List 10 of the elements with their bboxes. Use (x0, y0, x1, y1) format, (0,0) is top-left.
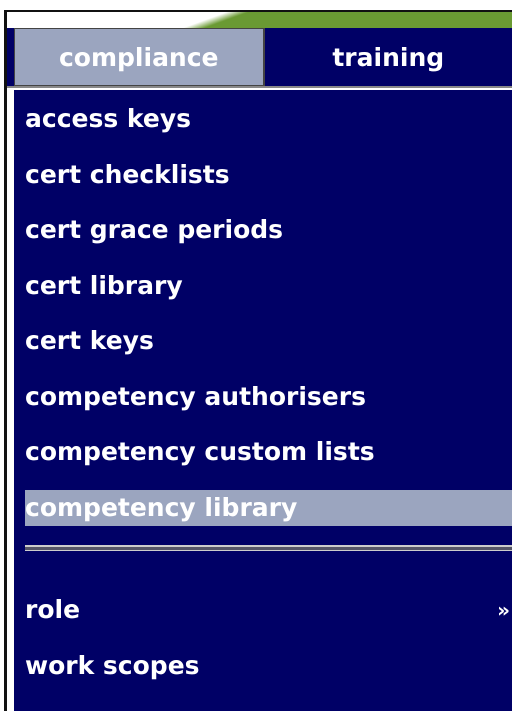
menu-item[interactable]: competency authorisers (25, 382, 512, 437)
menu-item[interactable]: cert keys (25, 326, 512, 382)
menu-item[interactable]: cert grace periods (25, 215, 512, 270)
menu-item[interactable]: competency custom lists (25, 437, 512, 492)
menu-item[interactable]: role » (25, 595, 512, 650)
menu-item[interactable]: access keys (25, 104, 512, 160)
menu-item[interactable]: work scopes (25, 650, 512, 706)
menu-item[interactable]: cert checklists (25, 160, 512, 215)
menu-item[interactable]: cert library (25, 270, 512, 326)
submenu-arrow: » (497, 597, 510, 624)
